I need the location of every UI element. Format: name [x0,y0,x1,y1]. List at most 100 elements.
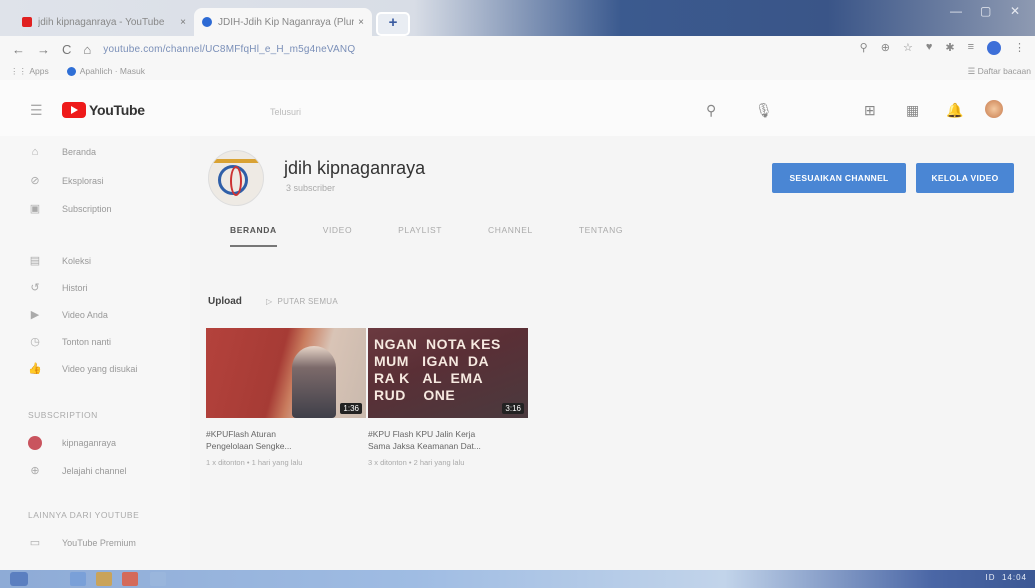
subscriber-count: 3 subscriber [286,183,336,193]
hamburger-menu-icon[interactable]: ☰ [30,102,43,119]
forward-icon[interactable]: → [37,42,50,57]
explore-icon: ⊘ [30,175,40,187]
notifications-bell-icon[interactable]: 🔔 [946,102,963,119]
sidebar-item-label: Jelajahi channel [62,465,127,476]
tab-home[interactable]: BERANDA [230,218,277,247]
video-title[interactable]: #KPU Flash KPU Jalin Kerja Sama Jaksa Ke… [368,428,528,452]
tab-channels[interactable]: CHANNEL [488,218,533,247]
video-card[interactable]: NGAN NOTA KES MUM IGAN DA RA K AL EMA RU… [368,328,528,467]
sidebar-item-label: Histori [62,282,88,293]
apps-grid-icon: ⋮⋮ [10,65,27,76]
customize-channel-button[interactable]: SESUAIKAN CHANNEL [772,163,906,193]
browser-tab-youtube[interactable]: jdih kipnaganraya - YouTube × [14,8,194,36]
bookmark-label: Apahlich · Masuk [79,66,145,76]
home-icon[interactable]: ⌂ [83,42,91,57]
language-indicator: ID [985,573,996,582]
bookmark-star-icon[interactable]: ☆ [903,41,913,55]
history-icon: ↺ [30,282,40,294]
play-all-label: PUTAR SEMUA [277,297,338,306]
play-icon: ▷ [266,297,273,306]
video-thumbnail[interactable]: NGAN NOTA KES MUM IGAN DA RA K AL EMA RU… [368,328,528,418]
bookmarks-bar: ⋮⋮ Apps Apahlich · Masuk ☰ Daftar bacaan [0,62,1035,80]
reading-list-label: Daftar bacaan [977,65,1031,76]
reload-icon[interactable]: C [62,42,71,57]
sidebar-item-liked-videos[interactable]: 👍 Video yang disukai [28,362,137,375]
close-tab-icon[interactable]: × [358,17,364,28]
tab-playlists[interactable]: PLAYLIST [398,218,442,247]
video-card[interactable]: 1:36 #KPUFlash Aturan Pengelolaan Sengke… [206,328,366,467]
sidebar-item-label: Tonton nanti [62,336,112,347]
play-all-button[interactable]: ▷ PUTAR SEMUA [266,297,338,306]
manage-videos-button[interactable]: KELOLA VIDEO [916,163,1014,193]
library-icon: ▤ [29,255,41,267]
minimize-icon[interactable]: — [950,4,962,18]
taskbar-app-icon[interactable] [150,572,166,586]
sidebar-item-channel-kipnaganraya[interactable]: kipnaganraya [28,436,116,450]
maximize-icon[interactable]: ▢ [980,4,991,18]
sidebar-item-home[interactable]: ⌂ Beranda [28,146,96,158]
sidebar-item-youtube-premium[interactable]: ▭ YouTube Premium [28,536,136,549]
search-icon[interactable]: ⚲ [706,102,716,119]
youtube-play-icon [62,102,86,118]
menu-icon[interactable]: ≡ [968,41,974,55]
sidebar-item-explore[interactable]: ⊘ Eksplorasi [28,174,104,187]
sidebar-item-label: Eksplorasi [62,175,104,186]
windows-taskbar: ID 14:04 [0,570,1035,588]
back-icon[interactable]: ← [12,42,25,57]
profile-icon[interactable] [987,41,1001,55]
sidebar-item-watch-later[interactable]: ◷ Tonton nanti [28,335,111,348]
video-title-line: Sama Jaksa Keamanan Dat... [368,441,481,451]
video-meta: 3 x ditonton • 2 hari yang lalu [368,458,465,467]
apps-label: Apps [29,66,49,76]
more-from-youtube-header: LAINNYA DARI YOUTUBE [28,510,140,520]
sidebar-item-your-videos[interactable]: ▶ Video Anda [28,308,108,321]
taskbar-app-icon[interactable] [70,572,86,586]
video-duration: 3:16 [502,403,524,414]
account-avatar[interactable] [985,100,1003,118]
sidebar-item-label: Video yang disukai [62,363,138,374]
youtube-logo[interactable]: YouTube [62,102,145,118]
apps-icon[interactable]: ▦ [906,102,919,119]
close-tab-icon[interactable]: × [180,17,186,28]
uploads-title: Upload [208,296,242,307]
sidebar: ⌂ Beranda ⊘ Eksplorasi ▣ Subscription ▤ … [0,136,190,570]
sidebar-item-subscriptions[interactable]: ▣ Subscription [28,202,112,215]
tab-videos[interactable]: VIDEO [323,218,352,247]
extension-icon[interactable]: ♥ [926,41,933,55]
taskbar-app-icon[interactable] [96,572,112,586]
channel-avatar-large [208,150,264,206]
sidebar-item-library[interactable]: ▤ Koleksi [28,254,91,267]
sidebar-item-browse-channels[interactable]: ⊕ Jelajahi channel [28,464,127,477]
toolbar-icons: ⚲ ⊕ ☆ ♥ ✱ ≡ ⋮ [860,41,1025,55]
liked-videos-icon: 👍 [28,363,42,375]
tab-title: JDIH-Jdih Kip Naganraya (Plural... [218,16,355,28]
clock: 14:04 [1001,573,1027,582]
video-thumbnail[interactable]: 1:36 [206,328,366,418]
create-video-icon[interactable]: ⊞ [864,102,876,119]
close-window-icon[interactable]: ✕ [1010,4,1020,18]
sidebar-item-label: YouTube Premium [62,537,136,548]
video-title-line: #KPUFlash Aturan [206,429,276,439]
video-duration: 1:36 [340,403,362,414]
watch-later-icon: ◷ [30,336,40,348]
address-bar[interactable]: youtube.com/channel/UC8MFfqHl_e_H_m5g4ne… [103,44,355,55]
thumbnail-person [292,346,336,418]
taskbar-app-icon[interactable] [122,572,138,586]
bookmark-item[interactable]: Apahlich · Masuk [59,66,145,76]
sidebar-item-history[interactable]: ↺ Histori [28,281,88,294]
apps-bookmark[interactable]: ⋮⋮ Apps [10,66,49,77]
microphone-icon[interactable]: 🎙 [755,102,773,119]
tab-about[interactable]: TENTANG [579,218,623,247]
search-input[interactable]: Telusuri [270,107,301,117]
new-tab-button[interactable]: + [376,12,410,36]
puzzle-icon[interactable]: ✱ [945,41,954,55]
youtube-premium-icon: ▭ [29,537,41,549]
zoom-icon[interactable]: ⚲ [860,41,868,55]
reading-list[interactable]: ☰ Daftar bacaan [968,66,1031,77]
browser-tab-jdih[interactable]: JDIH-Jdih Kip Naganraya (Plural... × [194,8,372,36]
share-icon[interactable]: ⊕ [881,41,890,55]
system-tray[interactable]: ID 14:04 [986,573,1027,582]
start-button[interactable] [10,572,28,586]
video-title[interactable]: #KPUFlash Aturan Pengelolaan Sengke... [206,428,366,452]
more-icon[interactable]: ⋮ [1014,41,1025,55]
